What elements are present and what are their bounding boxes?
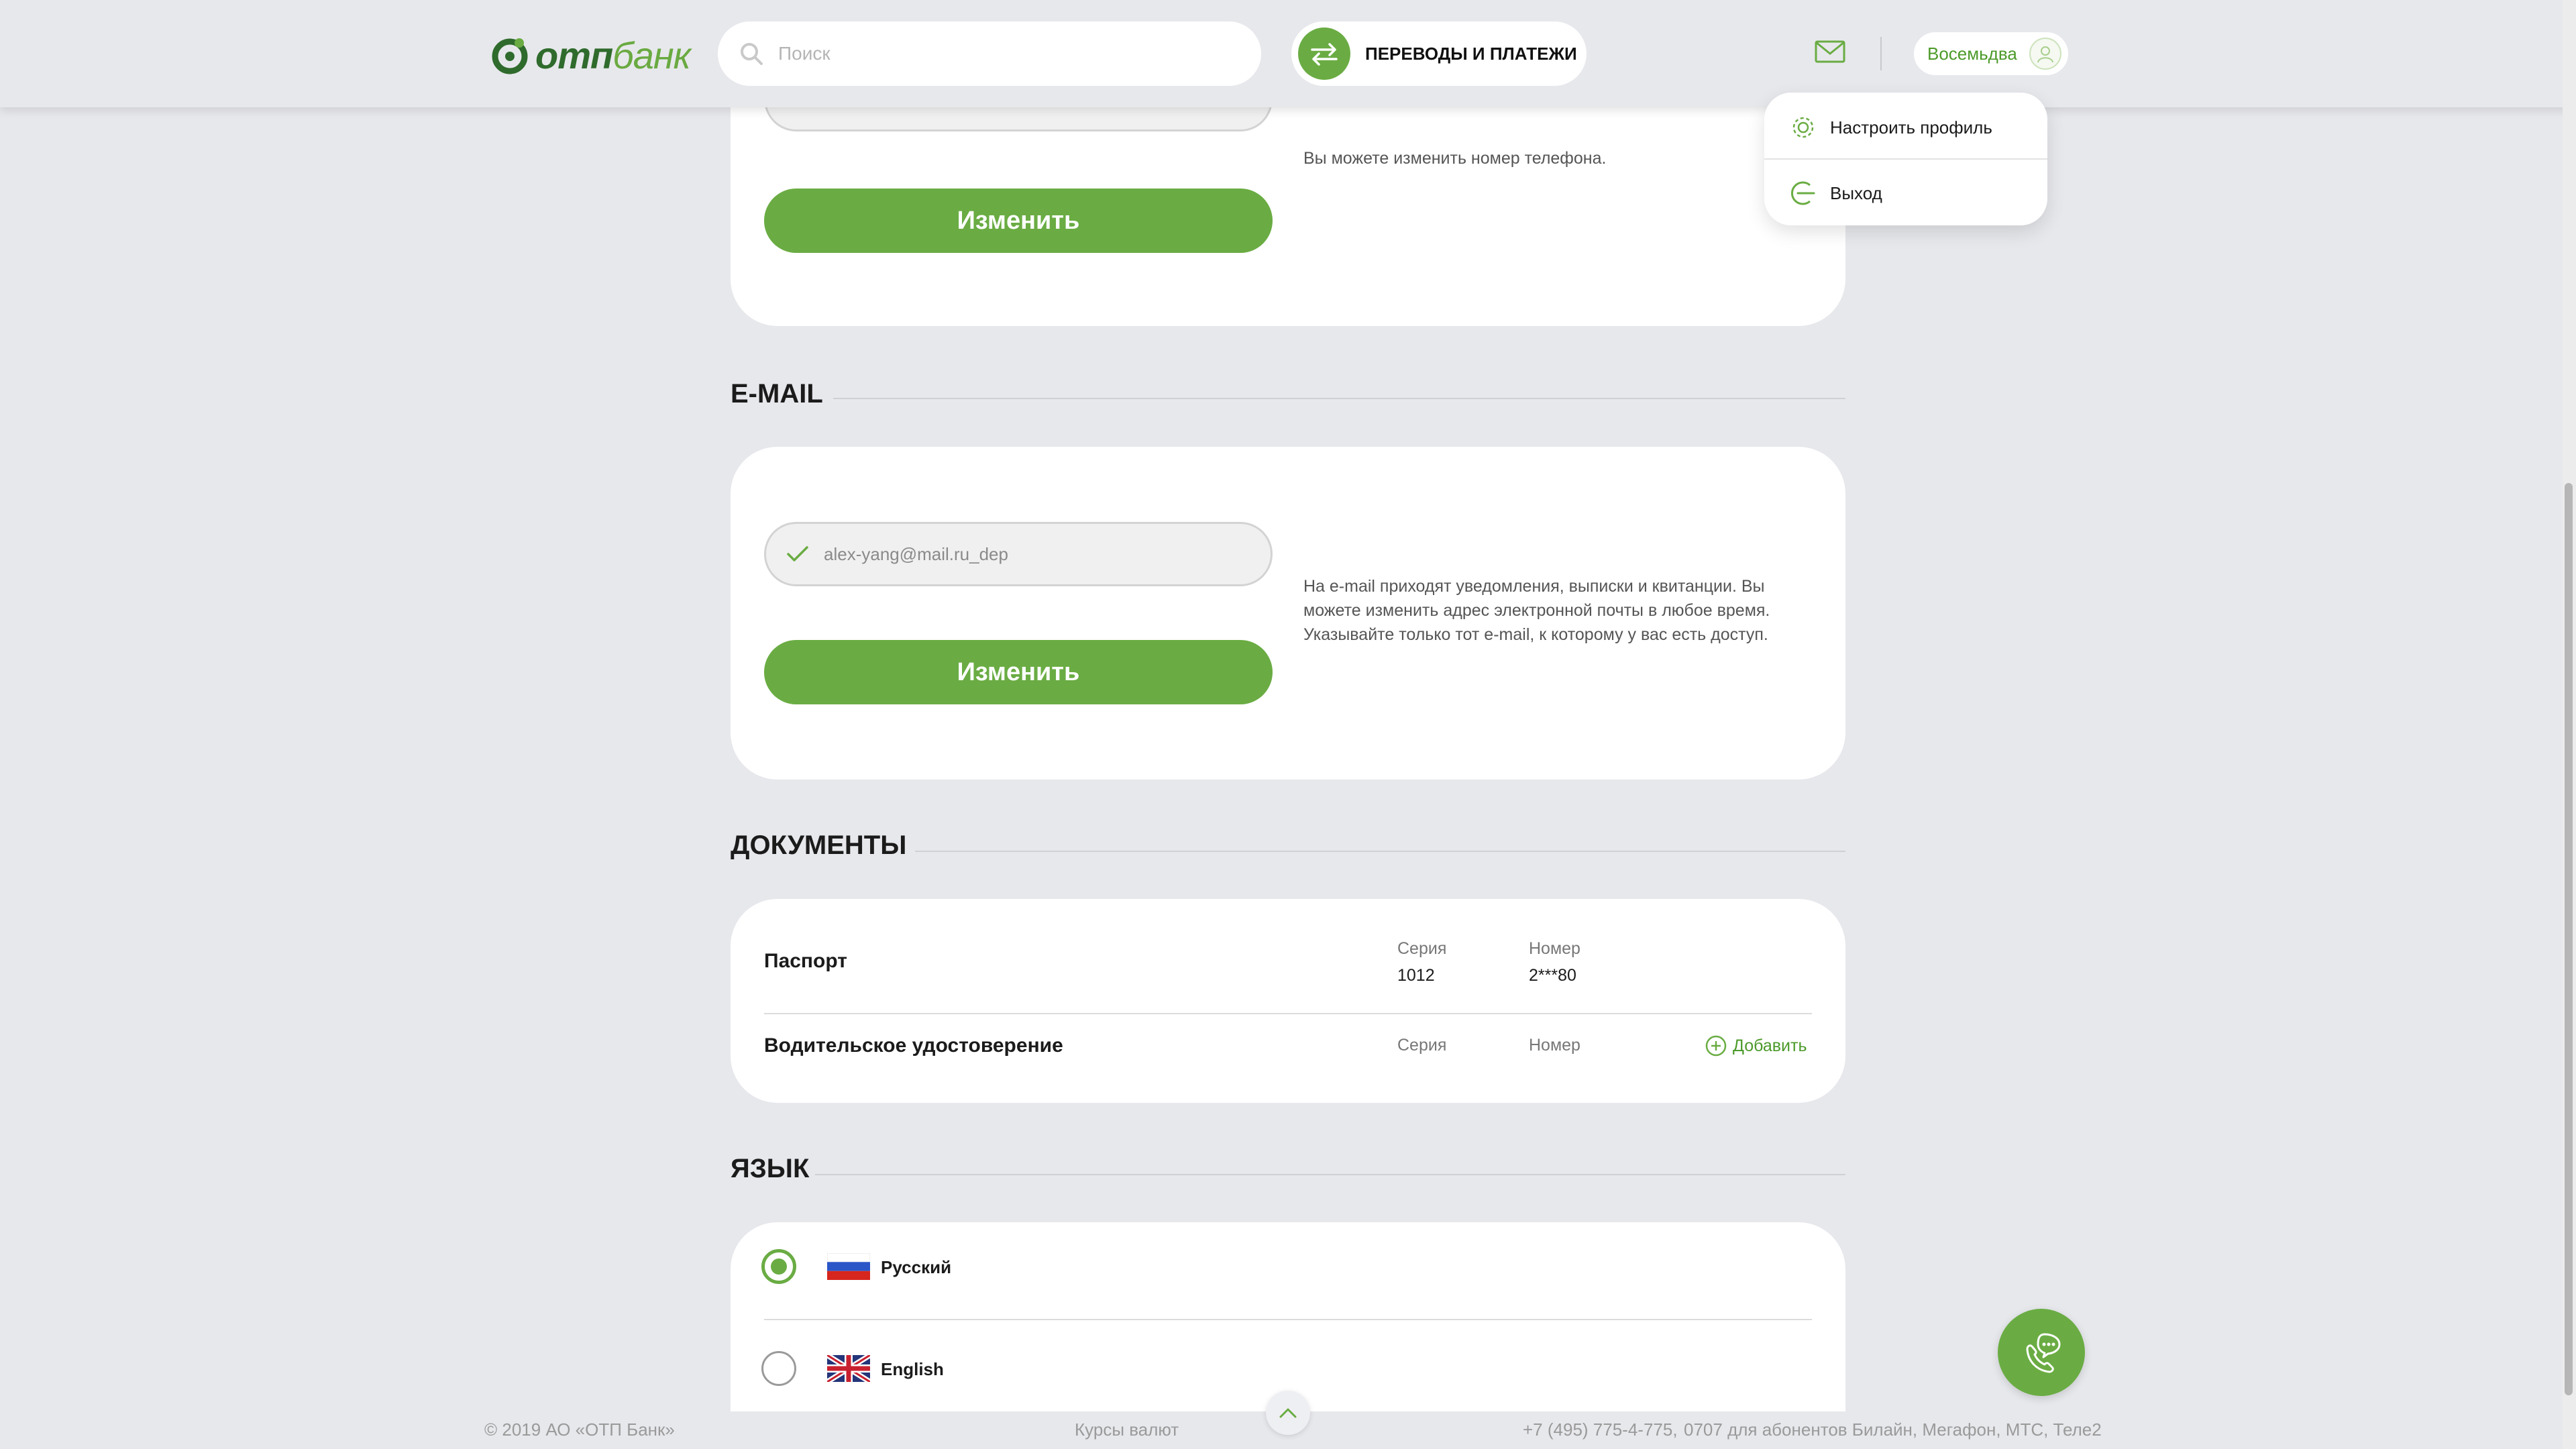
change-phone-button[interactable]: Изменить — [764, 189, 1273, 253]
header: отпбанк ПЕРЕВОДЫ И ПЛАТЕЖИ Восемьдва — [0, 0, 2576, 107]
menu-item-logout-label: Выход — [1830, 182, 1882, 203]
doc-license-number-label: Номер — [1529, 1036, 1580, 1055]
email-value: alex-yang@mail.ru_dep — [824, 543, 1008, 564]
scroll-top-button[interactable] — [1266, 1391, 1310, 1435]
header-divider — [1880, 37, 1882, 70]
chat-call-button[interactable] — [1998, 1309, 2085, 1396]
doc-passport-name: Паспорт — [764, 950, 847, 972]
logo-mark-icon — [490, 35, 530, 75]
chevron-up-icon — [1279, 1408, 1297, 1418]
documents-section-title: ДОКУМЕНТЫ — [731, 830, 907, 860]
check-icon — [787, 546, 808, 561]
language-section-title: ЯЗЫК — [731, 1154, 810, 1183]
dropdown-divider — [1764, 158, 2047, 160]
user-menu-button[interactable]: Восемьдва — [1914, 32, 2068, 75]
add-license-link[interactable]: Добавить — [1705, 1034, 1807, 1057]
email-section-line — [833, 398, 1845, 399]
email-hint-line: На e-mail приходят уведомления, выписки … — [1303, 577, 1765, 596]
footer-copyright: © 2019 АО «ОТП Банк» — [484, 1419, 675, 1440]
doc-passport-number-label: Номер — [1529, 939, 1580, 958]
logout-icon — [1790, 181, 1815, 205]
language-divider — [764, 1319, 1812, 1320]
gear-icon — [1792, 117, 1814, 138]
menu-item-settings-label: Настроить профиль — [1830, 117, 1992, 138]
logo-text-bold: отп — [535, 34, 613, 76]
mail-icon[interactable] — [1815, 40, 1845, 66]
email-card: alex-yang@mail.ru_dep Изменить На e-mail… — [731, 447, 1845, 780]
doc-passport-number: 2***80 — [1529, 966, 1576, 985]
search-input[interactable] — [778, 43, 1234, 64]
doc-passport-series: 1012 — [1397, 966, 1435, 985]
transfers-button[interactable]: ПЕРЕВОДЫ И ПЛАТЕЖИ — [1291, 21, 1587, 86]
scrollbar-thumb[interactable] — [2565, 483, 2573, 1395]
footer-phone[interactable]: +7 (495) 775-4-775, — [1523, 1419, 1678, 1440]
phone-chat-icon — [2026, 1333, 2061, 1373]
language-radio-english[interactable] — [761, 1351, 796, 1386]
language-radio-russian[interactable] — [761, 1249, 796, 1284]
menu-item-logout[interactable]: Выход — [1788, 178, 1882, 208]
language-label-russian: Русский — [881, 1257, 952, 1277]
footer-short-number: 0707 для абонентов Билайн, Мегафон, МТС,… — [1684, 1419, 2102, 1440]
email-field[interactable]: alex-yang@mail.ru_dep — [764, 522, 1273, 586]
add-license-label: Добавить — [1733, 1036, 1807, 1055]
email-hint-line: можете изменить адрес электронной почты … — [1303, 601, 1770, 620]
documents-section-line — [915, 851, 1845, 852]
phone-hint: Вы можете изменить номер телефона. — [1303, 149, 1607, 168]
doc-license-series-label: Серия — [1397, 1036, 1447, 1055]
search-box[interactable] — [718, 21, 1261, 86]
transfers-label: ПЕРЕВОДЫ И ПЛАТЕЖИ — [1365, 43, 1577, 64]
avatar-icon — [2029, 38, 2061, 70]
russia-flag-icon — [827, 1253, 870, 1280]
language-label-english: English — [881, 1359, 944, 1379]
transfers-icon — [1298, 28, 1350, 80]
search-icon — [741, 43, 763, 65]
doc-passport-series-label: Серия — [1397, 939, 1447, 958]
uk-flag-icon — [827, 1355, 870, 1382]
plus-circle-icon — [1705, 1035, 1727, 1057]
change-email-button[interactable]: Изменить — [764, 640, 1273, 704]
email-hint: На e-mail приходят уведомления, выписки … — [1303, 574, 1770, 647]
email-hint-line: Указывайте только тот e-mail, к которому… — [1303, 625, 1768, 644]
documents-card: Паспорт Серия 1012 Номер 2***80 Водитель… — [731, 899, 1845, 1103]
doc-license-name: Водительское удостоверение — [764, 1034, 1063, 1057]
profile-dropdown: Настроить профиль Выход — [1764, 93, 2047, 225]
doc-divider — [764, 1013, 1812, 1014]
menu-item-settings[interactable]: Настроить профиль — [1788, 113, 1992, 142]
footer-rates-link[interactable]: Курсы валют — [1075, 1419, 1179, 1440]
otp-logo[interactable]: отпбанк — [490, 34, 691, 77]
email-section-title: E-MAIL — [731, 379, 823, 409]
language-section-line — [815, 1174, 1845, 1175]
logo-text: отпбанк — [535, 34, 691, 77]
logo-text-thin: банк — [612, 34, 691, 76]
user-name: Восемьдва — [1927, 43, 2017, 64]
